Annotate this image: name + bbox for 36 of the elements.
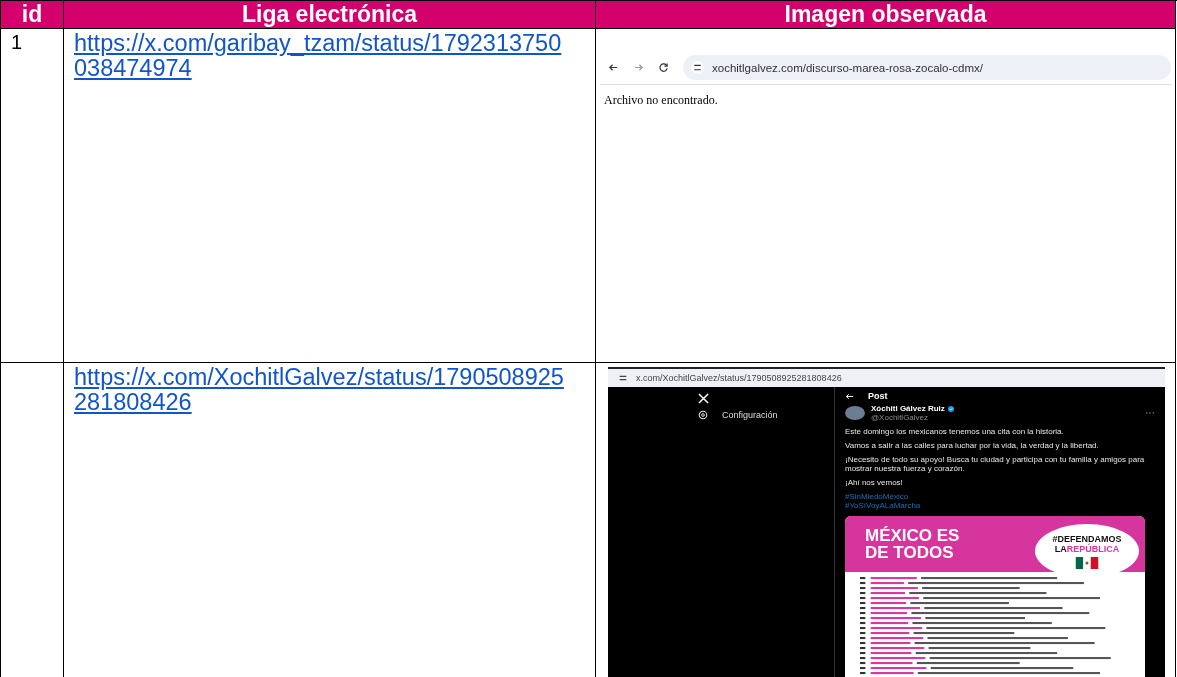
column-header: Liga electrónica: [64, 1, 596, 29]
row-id: 1: [11, 31, 23, 53]
flag-icon: [1074, 556, 1100, 569]
x-logo-icon: [698, 393, 709, 404]
column-header: Imagen observada: [596, 1, 1176, 29]
link[interactable]: https://x.com/XochitlGalvez/status/1790508925281808426: [74, 365, 572, 415]
settings-icon: [698, 410, 708, 420]
avatar: [845, 406, 865, 420]
author-handle: @XochitlGalvez: [871, 413, 930, 422]
page-title: Post: [868, 391, 888, 401]
reload-icon: [658, 62, 669, 73]
url-text: x.com/XochitlGalvez/status/1790508925281808426: [636, 373, 842, 383]
tweet-text: ¡Ahí nos vemos!: [845, 478, 904, 487]
badge-text: #DEFENDAMOS: [1052, 533, 1122, 544]
address-bar[interactable]: xochitlgalvez.com/discurso-marea-rosa-zocalo-cdmx/: [683, 55, 1171, 80]
tweet-text: ¡Necesito de todo su apoyo! Busca tu ciudad y participa con tu familia y amigos para mostrar nuestra fuerza y corazón.: [845, 455, 1146, 473]
link[interactable]: https://x.com/garibay_tzam/status/1792313750038474974: [74, 31, 572, 81]
site-settings-icon: [691, 61, 704, 74]
hashtag-link[interactable]: #YoSíVoyALaMarcha: [845, 501, 921, 510]
forward-arrow-icon: [633, 62, 644, 73]
url-text: xochitlgalvez.com/discurso-marea-rosa-zocalo-cdmx/: [712, 61, 983, 74]
site-settings-icon: [618, 373, 628, 383]
page-message: Archivo no encontrado.: [603, 92, 719, 109]
verified-badge-icon: [947, 405, 954, 412]
hashtag-link[interactable]: #SinMiedoMéxico: [845, 492, 909, 501]
poster-title: DE TODOS: [865, 544, 955, 561]
address-bar[interactable]: x.com/XochitlGalvez/status/1790508925281808426: [608, 367, 1165, 387]
back-arrow-icon: [608, 62, 619, 73]
back-arrow-icon[interactable]: [845, 391, 854, 401]
column-header: id: [1, 1, 64, 29]
tweet-text: Este domingo los mexicanos tenemos una cita con la historia.: [845, 427, 1065, 436]
poster-title: MÉXICO ES: [865, 527, 960, 544]
badge-text: LAREPÚBLICA: [1054, 543, 1120, 554]
author-name: Xóchitl Gálvez Ruiz: [871, 404, 945, 413]
tweet-text: Vamos a salir a las calles para luchar por la vida, la verdad y la libertad.: [845, 441, 1100, 450]
menu-item[interactable]: Configuración: [722, 410, 778, 420]
